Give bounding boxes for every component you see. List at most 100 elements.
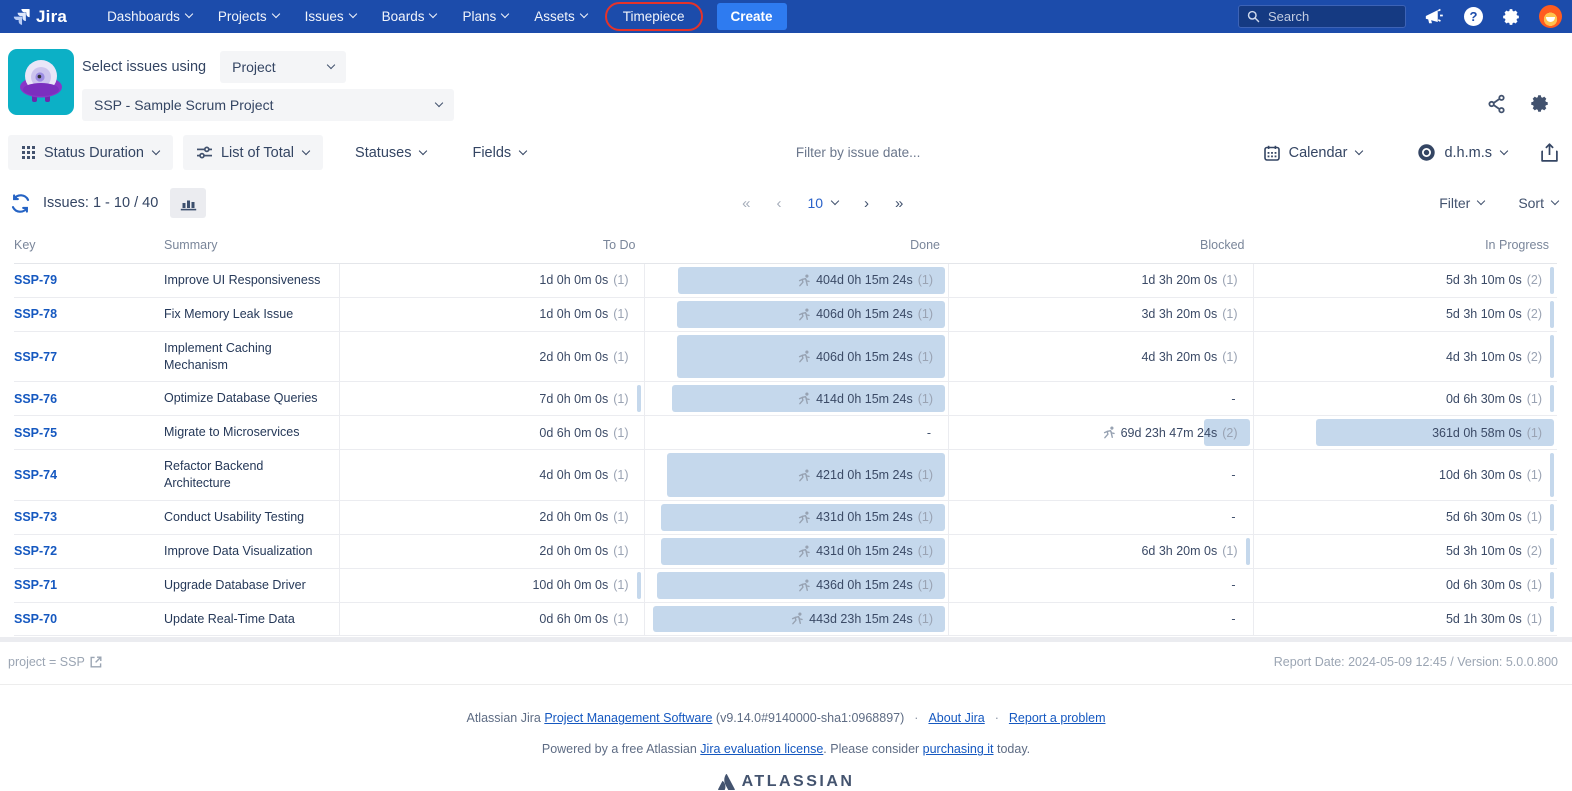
duration-count: (1) [918, 544, 933, 558]
nav-item-issues[interactable]: Issues [295, 5, 366, 28]
duration-count: (1) [918, 273, 933, 287]
issue-table-body: SSP-79Improve UI Responsiveness1d 0h 0m … [14, 264, 1557, 637]
user-avatar[interactable] [1539, 5, 1562, 28]
prev-page-button[interactable]: ‹ [776, 195, 781, 212]
duration-value: 2d 0h 0m 0s(1) [539, 544, 635, 558]
global-search[interactable] [1238, 5, 1406, 28]
page-size-dropdown[interactable]: 10 [807, 195, 838, 211]
report-type-dropdown[interactable]: Status Duration [8, 135, 173, 170]
issue-key-link[interactable]: SSP-70 [14, 612, 57, 626]
nav-item-timepiece[interactable]: Timepiece [613, 5, 695, 28]
issue-key-link[interactable]: SSP-74 [14, 468, 57, 482]
empty-duration-dash: - [1231, 510, 1244, 524]
issue-summary-text: Refactor Backend Architecture [164, 458, 325, 492]
last-page-button[interactable]: » [895, 195, 903, 212]
issue-key-link[interactable]: SSP-78 [14, 307, 57, 321]
issue-date-filter-input[interactable] [796, 145, 996, 160]
jira-logo-text: Jira [36, 7, 67, 27]
duration-value: 7d 0h 0m 0s(1) [539, 392, 635, 406]
sort-label: Sort [1518, 195, 1544, 211]
column-header-summary[interactable]: Summary [164, 228, 339, 263]
runner-icon [798, 274, 811, 287]
duration-text: 404d 0h 15m 24s [816, 273, 913, 287]
sort-dropdown[interactable]: Sort [1518, 195, 1558, 211]
column-header-key[interactable]: Key [14, 228, 164, 263]
issue-summary-text: Optimize Database Queries [164, 390, 318, 407]
duration-bar [1550, 267, 1554, 294]
duration-bar [1246, 538, 1250, 565]
evaluation-license-link[interactable]: Jira evaluation license [700, 742, 823, 756]
nav-item-boards[interactable]: Boards [372, 5, 447, 28]
nav-item-projects[interactable]: Projects [208, 5, 289, 28]
issue-key-cell: SSP-74 [14, 450, 164, 500]
report-settings-icon[interactable] [1529, 93, 1550, 114]
fields-dropdown[interactable]: Fields [458, 135, 540, 170]
column-header-done[interactable]: Done [644, 228, 949, 263]
issue-key-link[interactable]: SSP-71 [14, 578, 57, 592]
filter-dropdown[interactable]: Filter [1439, 195, 1484, 211]
export-icon[interactable] [1541, 143, 1558, 162]
issue-key-link[interactable]: SSP-79 [14, 273, 57, 287]
purchasing-link[interactable]: purchasing it [923, 742, 994, 756]
duration-value: 5d 3h 10m 0s(2) [1446, 544, 1549, 558]
create-button[interactable]: Create [717, 3, 787, 30]
issue-key-link[interactable]: SSP-76 [14, 392, 57, 406]
issue-key-link[interactable]: SSP-75 [14, 426, 57, 440]
chart-view-button[interactable] [170, 188, 206, 218]
share-icon[interactable] [1487, 93, 1507, 114]
footer-separator: · [995, 711, 999, 725]
about-jira-link[interactable]: About Jira [928, 711, 984, 725]
duration-count: (1) [613, 510, 628, 524]
duration-count: (1) [1527, 468, 1542, 482]
duration-count: (1) [918, 510, 933, 524]
duration-count: (1) [613, 612, 628, 626]
duration-value: 431d 0h 15m 24s(1) [798, 510, 940, 524]
issue-key-link[interactable]: SSP-73 [14, 510, 57, 524]
nav-item-assets[interactable]: Assets [524, 5, 597, 28]
nav-item-label: Issues [305, 9, 344, 24]
column-header-blocked[interactable]: Blocked [948, 228, 1253, 263]
jql-query-link[interactable]: project = SSP [8, 655, 102, 669]
duration-text: 3d 3h 20m 0s [1141, 307, 1217, 321]
grid-icon [22, 146, 35, 159]
duration-cell-inprogress: 0d 6h 30m 0s(1) [1253, 569, 1558, 602]
duration-value: 5d 3h 10m 0s(2) [1446, 273, 1549, 287]
calendar-dropdown[interactable]: Calendar [1250, 135, 1377, 170]
duration-text: 4d 3h 10m 0s [1446, 350, 1522, 364]
statuses-dropdown[interactable]: Statuses [341, 135, 440, 170]
duration-cell-inprogress: 5d 3h 10m 0s(2) [1253, 535, 1558, 568]
issue-summary-text: Upgrade Database Driver [164, 577, 306, 594]
search-input[interactable] [1268, 9, 1388, 24]
project-dropdown[interactable]: SSP - Sample Scrum Project [82, 89, 454, 121]
first-page-button[interactable]: « [742, 195, 750, 212]
admin-settings-icon[interactable] [1501, 7, 1521, 27]
announcements-icon[interactable] [1424, 7, 1446, 26]
duration-count: (1) [613, 392, 628, 406]
time-format-dropdown[interactable]: d.h.m.s [1404, 135, 1521, 170]
next-page-button[interactable]: › [864, 195, 869, 212]
report-problem-link[interactable]: Report a problem [1009, 711, 1106, 725]
help-icon[interactable]: ? [1464, 7, 1483, 26]
duration-cell-done: 414d 0h 15m 24s(1) [644, 382, 949, 415]
atlassian-logo-text: ATLASSIAN [742, 773, 855, 791]
duration-cell-blocked: - [948, 382, 1253, 415]
duration-cell-done: 436d 0h 15m 24s(1) [644, 569, 949, 602]
column-header-inprogress[interactable]: In Progress [1253, 228, 1558, 263]
issue-key-link[interactable]: SSP-72 [14, 544, 57, 558]
nav-item-plans[interactable]: Plans [452, 5, 518, 28]
nav-item-dashboards[interactable]: Dashboards [97, 5, 202, 28]
view-mode-dropdown[interactable]: List of Total [183, 135, 323, 170]
time-format-value: d.h.m.s [1444, 145, 1492, 161]
issue-source-dropdown[interactable]: Project [220, 51, 346, 83]
jira-logo[interactable]: Jira [12, 7, 67, 27]
duration-cell-done: 406d 0h 15m 24s(1) [644, 298, 949, 331]
empty-duration-dash: - [1231, 578, 1244, 592]
issue-key-link[interactable]: SSP-77 [14, 350, 57, 364]
pms-link[interactable]: Project Management Software [544, 711, 712, 725]
refresh-icon[interactable] [10, 193, 31, 214]
duration-cell-done: 443d 23h 15m 24s(1) [644, 603, 949, 636]
column-header-todo[interactable]: To Do [339, 228, 644, 263]
duration-count: (1) [918, 612, 933, 626]
duration-cell-todo: 0d 6h 0m 0s(1) [339, 603, 644, 636]
duration-text: 436d 0h 15m 24s [816, 578, 913, 592]
